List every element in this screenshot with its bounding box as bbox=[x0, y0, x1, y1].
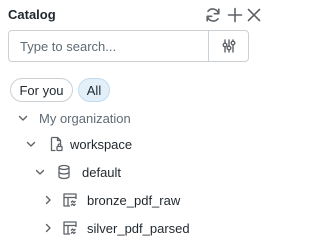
filter-button[interactable] bbox=[209, 31, 249, 61]
refresh-icon[interactable] bbox=[204, 6, 222, 24]
tree-item-bronze-pdf-raw[interactable]: bronze_pdf_raw bbox=[42, 189, 180, 211]
database-icon bbox=[56, 164, 72, 180]
tree-item-silver-pdf-parsed[interactable]: silver_pdf_parsed bbox=[42, 217, 190, 239]
tree-item-default[interactable]: default bbox=[34, 161, 121, 183]
tree-item-label: workspace bbox=[70, 136, 133, 152]
chevron-down-icon bbox=[25, 138, 37, 150]
tree-section-label: My organization bbox=[39, 110, 131, 126]
table-icon bbox=[62, 192, 78, 208]
tree-item-label: bronze_pdf_raw bbox=[87, 192, 181, 208]
close-icon[interactable] bbox=[247, 6, 261, 24]
chevron-right-icon bbox=[42, 222, 54, 234]
catalog-icon bbox=[48, 136, 64, 152]
sliders-icon bbox=[221, 38, 237, 54]
panel-header: Catalog bbox=[8, 6, 261, 24]
search-input[interactable] bbox=[9, 31, 207, 61]
table-icon bbox=[62, 220, 78, 236]
chevron-down-icon bbox=[34, 166, 46, 178]
chip-all[interactable]: All bbox=[78, 78, 110, 102]
tree-section-my-organization[interactable]: My organization bbox=[17, 107, 131, 129]
tree-item-label: default bbox=[82, 164, 122, 180]
tree-item-workspace[interactable]: workspace bbox=[25, 133, 132, 155]
chevron-down-icon bbox=[17, 112, 29, 124]
chevron-right-icon bbox=[42, 194, 54, 206]
plus-icon[interactable] bbox=[226, 6, 244, 24]
search-box bbox=[8, 30, 249, 62]
chip-for-you[interactable]: For you bbox=[10, 78, 73, 102]
panel-title: Catalog bbox=[8, 7, 56, 22]
tree-item-label: silver_pdf_parsed bbox=[87, 220, 190, 236]
